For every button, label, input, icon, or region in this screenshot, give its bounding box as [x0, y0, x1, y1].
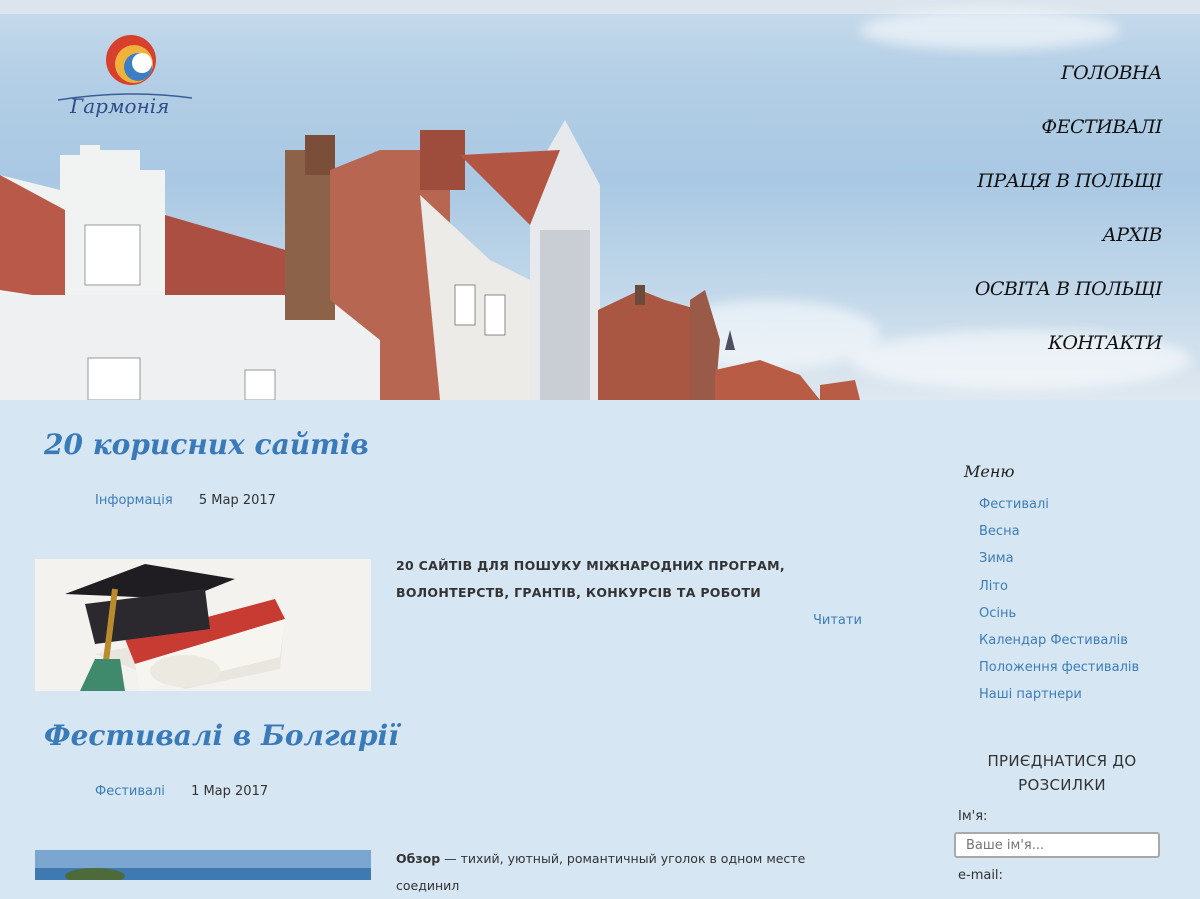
nav-item-contacts[interactable]: КОНТАКТИ — [975, 328, 1162, 382]
email-label: e-mail: — [958, 868, 1003, 883]
nav-item-archive[interactable]: АРХІВ — [975, 220, 1162, 274]
logo-text: Гармонія — [70, 94, 170, 118]
sea-landscape-image — [35, 850, 371, 880]
post-thumbnail[interactable] — [35, 850, 371, 880]
post-meta: Інформація 5 Мар 2017 — [95, 493, 276, 508]
post-thumbnail[interactable] — [35, 559, 371, 691]
post-excerpt: 20 САЙТІВ ДЛЯ ПОШУКУ МІЖНАРОДНИХ ПРОГРАМ… — [396, 558, 785, 600]
post-title[interactable]: 20 корисних сайтів — [44, 428, 369, 461]
sidebar-item-festival-rules[interactable]: Положення фестивалів — [979, 657, 1139, 684]
sidebar-item-autumn[interactable]: Осінь — [979, 603, 1139, 630]
main-nav: ГОЛОВНА ФЕСТИВАЛІ ПРАЦЯ В ПОЛЬЩІ АРХІВ О… — [975, 58, 1163, 382]
post-meta: Фестивалі 1 Мар 2017 — [95, 784, 268, 799]
post-date: 1 Мар 2017 — [191, 784, 269, 799]
post-excerpt: Обзор — тихий, уютный, романтичный уголо… — [396, 845, 866, 899]
excerpt-text: — тихий, уютный, романтичный уголок в од… — [396, 851, 806, 893]
sidebar-item-winter[interactable]: Зима — [979, 548, 1139, 575]
graduation-cap-image — [35, 559, 371, 691]
read-more-link[interactable]: Читати — [813, 613, 862, 628]
sidebar-item-festival-calendar[interactable]: Календар Фестивалів — [979, 630, 1139, 657]
name-input[interactable] — [954, 832, 1160, 858]
nav-item-work-in-poland[interactable]: ПРАЦЯ В ПОЛЬЩІ — [975, 166, 1162, 220]
name-label: Ім'я: — [958, 809, 988, 824]
sidebar-item-partners[interactable]: Наші партнери — [979, 684, 1139, 711]
sidebar-item-spring[interactable]: Весна — [979, 521, 1139, 548]
nav-item-education-in-poland[interactable]: ОСВІТА В ПОЛЬЩІ — [975, 274, 1163, 328]
excerpt-bold-word: Обзор — [396, 851, 441, 866]
nav-item-home[interactable]: ГОЛОВНА — [975, 58, 1163, 112]
nav-item-festivals[interactable]: ФЕСТИВАЛІ — [975, 112, 1162, 166]
sidebar-item-festivals[interactable]: Фестивалі — [979, 494, 1139, 521]
post-date: 5 Мар 2017 — [198, 493, 276, 508]
subscribe-title: ПРИЄДНАТИСЯ ДО РОЗСИЛКИ — [987, 752, 1137, 794]
post-title[interactable]: Фестивалі в Болгарії — [44, 719, 399, 752]
header-hero: Гармонія ГОЛОВНА ФЕСТИВАЛІ ПРАЦЯ В ПОЛЬЩ… — [0, 0, 1200, 400]
post-category-link[interactable]: Інформація — [95, 493, 173, 508]
site-logo[interactable]: Гармонія — [57, 34, 194, 126]
sidebar-menu-title: Меню — [964, 462, 1015, 481]
sidebar-item-summer[interactable]: Літо — [979, 576, 1139, 603]
post-category-link[interactable]: Фестивалі — [95, 784, 165, 799]
sidebar-menu: Фестивалі Весна Зима Літо Осінь Календар… — [979, 494, 1139, 712]
